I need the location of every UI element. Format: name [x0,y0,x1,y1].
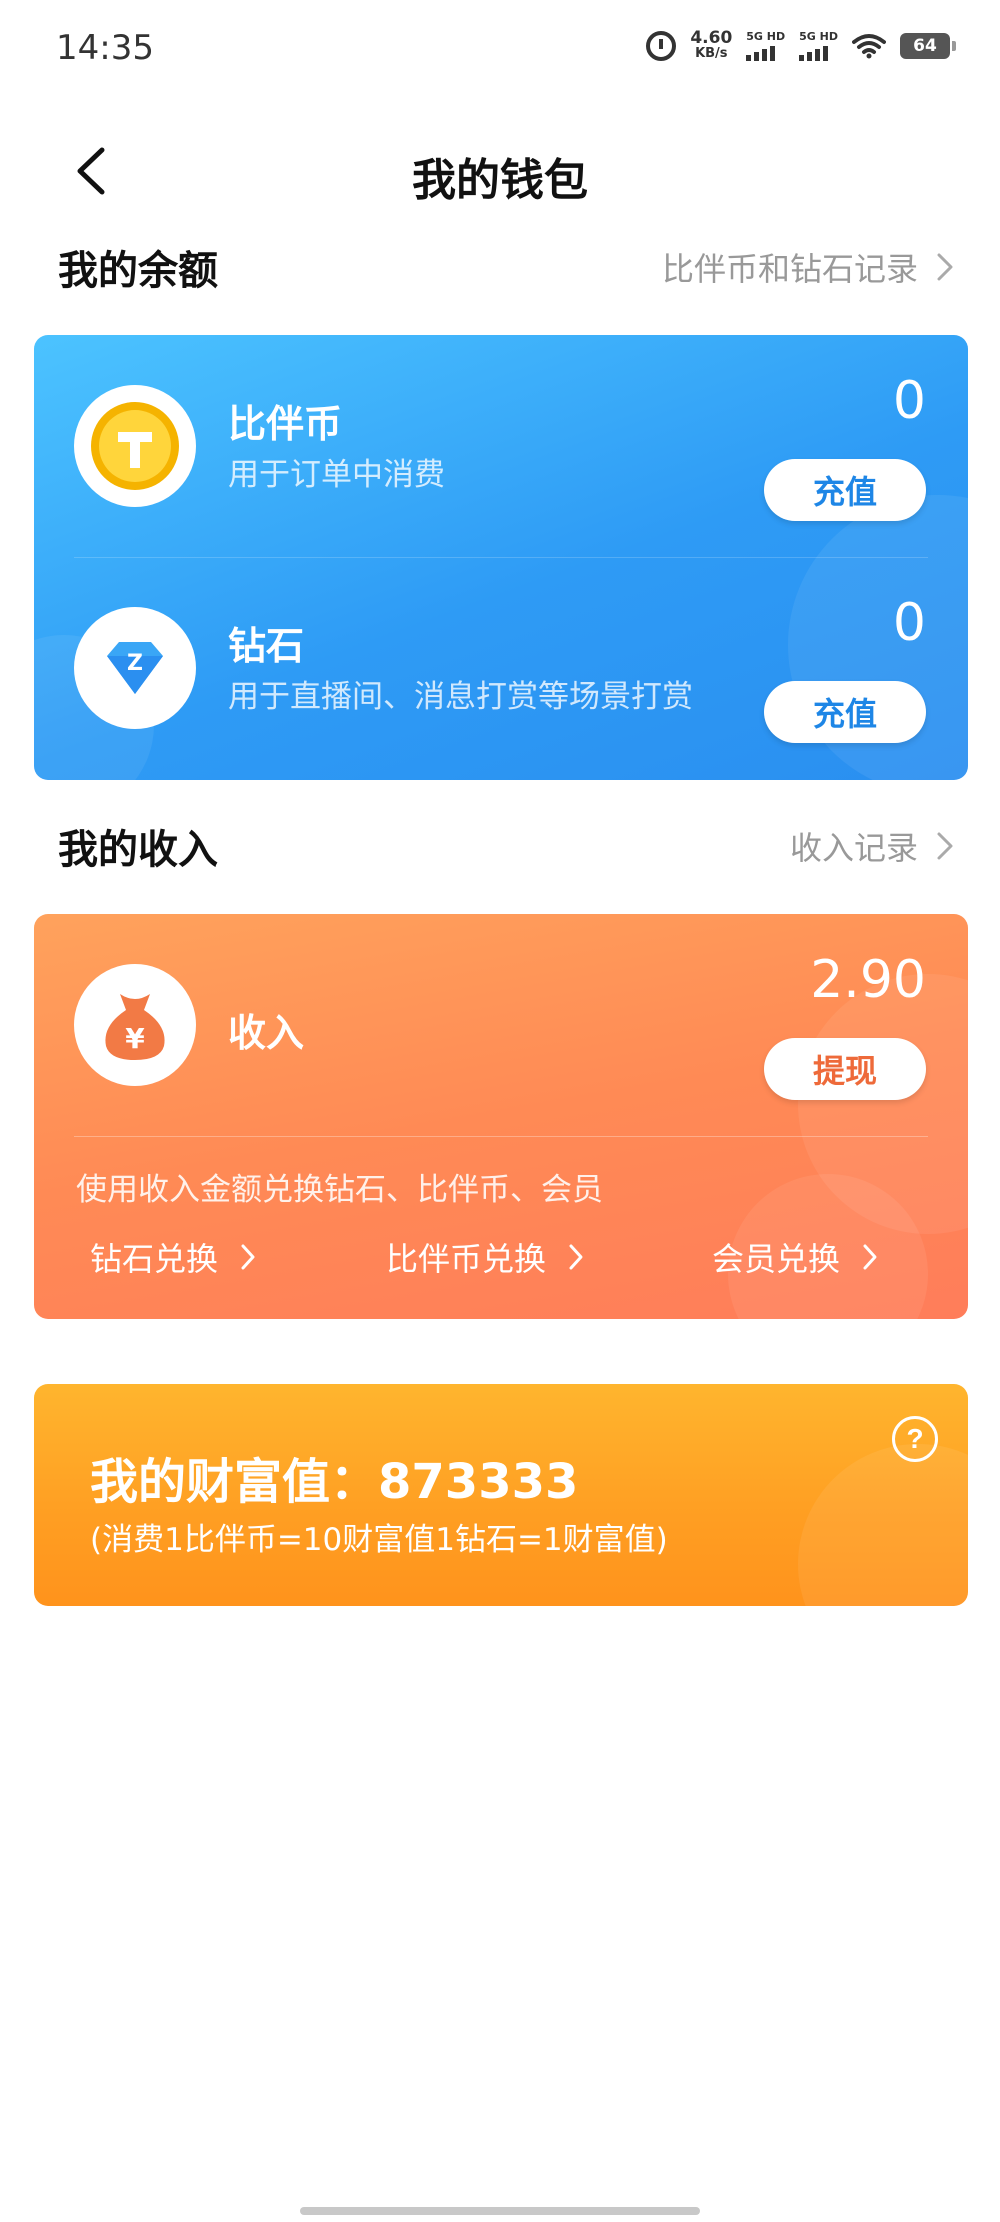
coin-exchange-link[interactable]: 比伴币兑换 [386,1234,584,1280]
status-time: 14:35 [56,28,154,68]
diamond-name: 钻石 [228,624,305,668]
chevron-right-icon [241,1244,255,1270]
svg-text:Z: Z [127,651,143,676]
income-records-label: 收入记录 [789,829,918,867]
member-exchange-label: 会员兑换 [712,1240,841,1278]
signal-icon: 5G HD [746,31,785,61]
signal-icon: 5G HD [799,31,838,61]
balance-section-title: 我的余额 [58,248,218,294]
diamond-row: Z 钻石 用于直播间、消息打赏等场景打赏 0 充值 [34,557,968,779]
sim2-label: 5G HD [799,30,838,43]
coin-row: 比伴币 用于订单中消费 0 充值 [34,335,968,557]
net-speed-value: 4.60 [690,28,733,48]
alarm-icon [646,31,677,61]
income-card: ¥ 收入 2.90 提现 使用收入金额兑换钻石、比伴币、会员 钻石兑换 比伴币兑… [34,914,968,1319]
diamond-exchange-label: 钻石兑换 [90,1240,219,1278]
wealth-card: 我的财富值：873333 (消费1比伴币=10财富值1钻石=1财富值) ? [34,1384,968,1606]
money-bag-icon: ¥ [74,964,196,1086]
sim1-label: 5G HD [746,30,786,43]
income-note: 使用收入金额兑换钻石、比伴币、会员 [76,1172,603,1208]
coin-balance: 0 [892,371,926,431]
chevron-right-icon [863,1244,877,1270]
income-value: 2.90 [810,950,926,1010]
coin-recharge-button[interactable]: 充值 [764,459,926,521]
status-bar: 14:35 4.60 KB/s 5G HD 5G HD 64 [0,0,1000,100]
wifi-icon [852,34,886,59]
member-exchange-link[interactable]: 会员兑换 [712,1234,878,1280]
wealth-title: 我的财富值：873333 [90,1454,579,1510]
coin-diamond-records-link[interactable]: 比伴币和钻石记录 [662,244,954,290]
header: 我的钱包 [0,130,1000,210]
diamond-icon: Z [74,607,196,729]
diamond-exchange-link[interactable]: 钻石兑换 [90,1234,256,1280]
home-indicator[interactable] [300,2207,700,2215]
wealth-subtitle: (消费1比伴币=10财富值1钻石=1财富值) [90,1522,668,1558]
chevron-right-icon [937,253,953,281]
net-speed: 4.60 KB/s [690,30,732,62]
income-label: 收入 [228,1011,305,1055]
diamond-description: 用于直播间、消息打赏等场景打赏 [228,679,693,715]
balance-section-header: 我的余额 比伴币和钻石记录 [58,237,954,297]
help-icon[interactable]: ? [892,1416,938,1462]
battery-icon: 64 [900,33,956,59]
chevron-right-icon [569,1244,583,1270]
status-icons: 4.60 KB/s 5G HD 5G HD 64 [646,30,956,62]
coin-icon [74,385,196,507]
svg-text:¥: ¥ [125,1022,145,1055]
net-speed-unit: KB/s [695,46,728,61]
withdraw-button[interactable]: 提现 [764,1038,926,1100]
decoration [798,1444,968,1606]
coin-name: 比伴币 [228,402,343,446]
diamond-balance: 0 [892,593,926,653]
diamond-recharge-button[interactable]: 充值 [764,681,926,743]
divider [74,1136,928,1137]
coin-exchange-label: 比伴币兑换 [386,1240,547,1278]
balance-card: 比伴币 用于订单中消费 0 充值 Z 钻石 用于直播间、消息打赏等场景打赏 0 … [34,335,968,780]
income-records-link[interactable]: 收入记录 [790,823,954,869]
income-section-title: 我的收入 [58,827,218,873]
chevron-right-icon [937,832,953,860]
coin-description: 用于订单中消费 [228,457,445,493]
income-section-header: 我的收入 收入记录 [58,816,954,876]
page-title: 我的钱包 [412,155,588,206]
coin-diamond-records-label: 比伴币和钻石记录 [661,250,918,288]
